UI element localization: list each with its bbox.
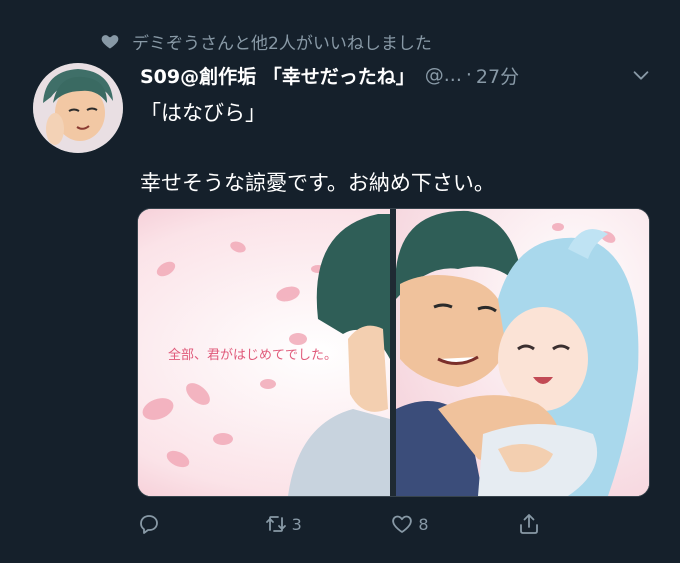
share-button[interactable] [517,512,577,536]
tweet-text-line: 「はなびら」 [140,101,266,125]
like-button[interactable]: 8 [390,512,450,536]
reply-icon [140,515,158,534]
social-context-text: デミぞうさんと他2人がいいねしました [132,33,432,54]
display-name[interactable]: S09@創作垢 「幸せだったね」 [140,62,415,89]
chevron-down-icon[interactable] [630,64,652,86]
avatar[interactable] [33,63,123,153]
retweet-button[interactable]: 3 [264,512,324,536]
retweet-count: 3 [291,514,302,534]
tweet-text: 「はなびら」 幸せそうな諒憂です。お納め下さい。 [140,96,650,201]
heart-icon [101,35,119,49]
avatar-image [33,63,123,153]
like-icon [392,515,413,533]
retweet-icon [265,516,286,532]
reply-button[interactable] [137,512,197,536]
share-icon [520,514,538,534]
tweet-header: S09@創作垢 「幸せだったね」 @... · 27分 [140,58,652,92]
timestamp[interactable]: 27分 [476,62,519,89]
illustration-caption: 全部、君がはじめてでした。 [168,347,337,363]
tweet-actions: 3 8 [137,506,577,542]
tweet-media-image[interactable]: 全部、君がはじめてでした。 [137,208,650,497]
tweet-text-line: 幸せそうな諒憂です。お納め下さい。 [140,171,495,195]
illustration: 全部、君がはじめてでした。 [138,209,649,496]
like-count: 8 [418,514,429,534]
separator-dot: · [465,64,472,86]
social-context[interactable]: デミぞうさんと他2人がいいねしました [100,29,432,54]
user-handle[interactable]: @... [425,64,462,86]
